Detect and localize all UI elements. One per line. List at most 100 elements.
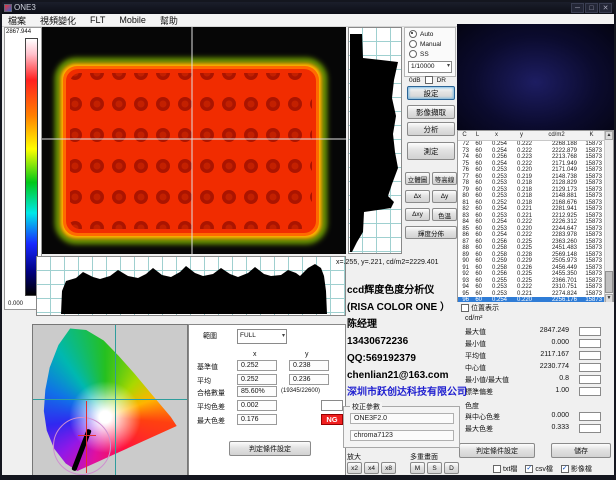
judge-box bbox=[579, 412, 601, 421]
range-select[interactable]: FULL bbox=[237, 329, 287, 344]
calibration-field-1[interactable]: ONE3F2.0 bbox=[350, 413, 454, 424]
dr-checkbox[interactable] bbox=[425, 76, 433, 84]
radio-auto-icon[interactable] bbox=[409, 30, 417, 38]
col-k: K bbox=[579, 131, 604, 140]
calibration-field-2[interactable]: chroma7123 bbox=[350, 430, 454, 441]
stats-panel: 範圍 FULL x y 基準值 0.252 0.238 平均 0.252 0.2… bbox=[188, 324, 346, 480]
luminance-distribution-button[interactable]: 輝度分佈 bbox=[405, 226, 457, 239]
stat-row: 中心值2230.774 bbox=[457, 363, 614, 374]
measure-button[interactable]: 測定 bbox=[407, 142, 455, 160]
radio-ss[interactable]: SS bbox=[409, 50, 455, 58]
menu-mobile[interactable]: Mobile bbox=[119, 15, 146, 25]
stat-row: 標準偏差1.00 bbox=[457, 387, 614, 398]
close-button[interactable]: ✕ bbox=[599, 3, 612, 13]
col-c: C bbox=[458, 131, 471, 140]
ref-x-field[interactable]: 0.252 bbox=[237, 360, 277, 371]
judge-condition-button-right[interactable]: 判定條件設定 bbox=[459, 443, 535, 458]
colorbar-max-value: 2867.944 bbox=[6, 29, 31, 35]
cie-cursor-vertical bbox=[86, 401, 87, 473]
judge-box bbox=[579, 387, 601, 396]
vertical-luminance-profile bbox=[348, 27, 402, 254]
avg-y-field[interactable]: 0.236 bbox=[289, 374, 329, 385]
multi-d-button[interactable]: D bbox=[444, 462, 459, 474]
stat-row: 最小值/最大值0.8 bbox=[457, 375, 614, 386]
pass-detail: (19345/22600) bbox=[281, 388, 320, 394]
csv-file-check[interactable]: csv檔 bbox=[525, 464, 553, 474]
ref-label: 基準值 bbox=[197, 362, 218, 372]
menu-flt[interactable]: FLT bbox=[90, 15, 105, 25]
zoom-x8-button[interactable]: x8 bbox=[381, 462, 396, 474]
settings-button[interactable]: 設定 bbox=[407, 86, 455, 100]
range-label: 範圍 bbox=[203, 331, 217, 341]
dr-label: DR bbox=[437, 77, 446, 84]
window-title: ONE3 bbox=[14, 2, 36, 14]
txt-file-check[interactable]: txt檔 bbox=[493, 464, 517, 474]
view3d-button[interactable]: 立體圖 bbox=[405, 172, 430, 185]
txt-checkbox[interactable] bbox=[493, 465, 501, 473]
radio-ss-label: SS bbox=[420, 51, 429, 58]
scroll-thumb[interactable] bbox=[605, 271, 613, 293]
chroma-header: 色度 bbox=[465, 401, 479, 411]
capture-button[interactable]: 影像擷取 bbox=[407, 105, 455, 119]
col-y: y bbox=[509, 131, 534, 140]
luminance-heatmap[interactable] bbox=[42, 27, 346, 254]
radio-auto[interactable]: Auto bbox=[409, 30, 455, 38]
zoom-x2-button[interactable]: x2 bbox=[347, 462, 362, 474]
multiscreen-label: 多重畫面 bbox=[410, 452, 438, 462]
radio-manual-label: Manual bbox=[420, 41, 441, 48]
scroll-up-icon[interactable]: ▲ bbox=[605, 131, 613, 140]
zoom-x4-button[interactable]: x4 bbox=[364, 462, 379, 474]
horizontal-luminance-profile bbox=[36, 256, 346, 316]
shutter-select[interactable]: 1/10000 bbox=[408, 61, 452, 73]
maximize-button[interactable]: □ bbox=[585, 3, 598, 13]
app-window: ONE3 ─ □ ✕ 檔案 視頻變化 FLT Mobile 幫助 2867.94… bbox=[0, 0, 616, 480]
delta-xy-button[interactable]: Δxy bbox=[405, 208, 430, 221]
contact-line-3: 陈经理 bbox=[347, 316, 461, 333]
contact-line-5: QQ:569192379 bbox=[347, 350, 461, 367]
radio-manual[interactable]: Manual bbox=[409, 40, 455, 48]
delta-y-button[interactable]: Δy bbox=[432, 190, 457, 203]
zoom-label: 放大 bbox=[347, 452, 361, 462]
menu-help[interactable]: 幫助 bbox=[160, 14, 178, 27]
image-file-check[interactable]: 影像檔 bbox=[561, 464, 592, 474]
position-display-checkbox[interactable] bbox=[461, 304, 469, 312]
max-diff-field: 0.176 bbox=[237, 414, 277, 425]
judge-box bbox=[579, 424, 601, 433]
multi-m-button[interactable]: M bbox=[410, 462, 425, 474]
cie-cursor-horizontal bbox=[78, 435, 96, 436]
app-icon bbox=[4, 4, 12, 12]
judge-box bbox=[579, 351, 601, 360]
avg-diff-field: 0.002 bbox=[237, 400, 277, 411]
save-button[interactable]: 儲存 bbox=[551, 443, 611, 458]
cie-chromaticity-diagram[interactable] bbox=[32, 324, 188, 480]
analyze-button[interactable]: 分析 bbox=[407, 122, 455, 136]
position-panel: 位置表示 cd/m² 最大值2847.249 最小值0.000 平均值2117.… bbox=[457, 302, 614, 479]
judge-condition-button-left[interactable]: 判定條件設定 bbox=[229, 441, 311, 456]
judge-box bbox=[579, 339, 601, 348]
title-bar[interactable]: ONE3 ─ □ ✕ bbox=[2, 2, 614, 14]
ref-y-field[interactable]: 0.238 bbox=[289, 360, 329, 371]
radio-ss-icon[interactable] bbox=[409, 50, 417, 58]
radio-manual-icon[interactable] bbox=[409, 40, 417, 48]
stat-row: 最小值0.000 bbox=[457, 339, 614, 350]
delta-x-button[interactable]: Δx bbox=[405, 190, 430, 203]
minimize-button[interactable]: ─ bbox=[571, 3, 584, 13]
measurement-table-body[interactable]: 72600.2540.2222268.1881587373600.2540.22… bbox=[458, 141, 613, 304]
contact-line-2: (RISA COLOR ONE ） bbox=[347, 299, 461, 316]
radio-auto-label: Auto bbox=[420, 31, 433, 38]
camera-image-thumbnail[interactable] bbox=[457, 24, 614, 130]
csv-checkbox[interactable] bbox=[525, 465, 533, 473]
ng-badge: NG bbox=[321, 414, 343, 425]
table-scrollbar[interactable]: ▲ ▼ bbox=[604, 131, 613, 303]
image-checkbox[interactable] bbox=[561, 465, 569, 473]
judge-box bbox=[579, 363, 601, 372]
judge-box bbox=[579, 375, 601, 384]
multi-s-button[interactable]: S bbox=[427, 462, 442, 474]
calibration-group: 校正參數 ONE3F2.0 chroma7123 bbox=[343, 406, 460, 448]
menu-video-change[interactable]: 視頻變化 bbox=[40, 14, 76, 27]
calibration-title: 校正參數 bbox=[350, 402, 382, 412]
avg-x-field[interactable]: 0.252 bbox=[237, 374, 277, 385]
menu-file[interactable]: 檔案 bbox=[8, 14, 26, 27]
contour-button[interactable]: 等高線 bbox=[432, 172, 457, 185]
cct-button[interactable]: 色温 bbox=[432, 208, 457, 221]
